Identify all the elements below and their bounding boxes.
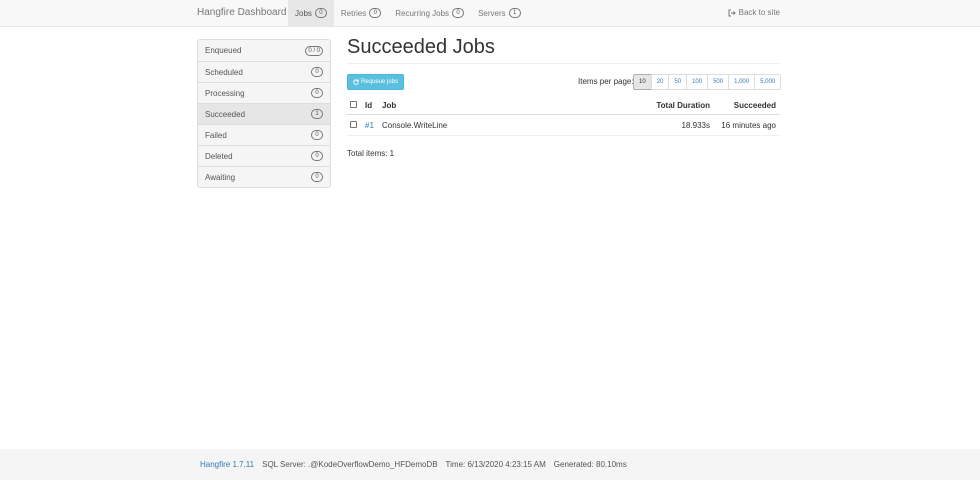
page-size-5000[interactable]: 5,000: [754, 74, 782, 90]
sidebar-item-label: Failed: [205, 130, 227, 140]
table-header-row: Id Job Total Duration Succeeded: [347, 96, 780, 115]
sidebar-item-label: Scheduled: [205, 67, 243, 77]
count-badge: 0: [311, 88, 323, 98]
page-size-100[interactable]: 100: [686, 74, 709, 90]
page-size-20[interactable]: 20: [650, 74, 670, 90]
page-size-50[interactable]: 50: [668, 74, 688, 90]
table-row: #1 Console.WriteLine 18.933s 16 minutes …: [347, 115, 780, 136]
sidebar-item-deleted[interactable]: Deleted 0: [198, 145, 330, 166]
select-all-checkbox[interactable]: [350, 100, 357, 108]
sidebar-item-awaiting[interactable]: Awaiting 0: [198, 166, 330, 187]
row-checkbox[interactable]: [350, 120, 357, 128]
sidebar-item-label: Enqueued: [205, 46, 242, 55]
count-badge: 0: [314, 8, 327, 18]
sidebar-item-label: Processing: [205, 88, 245, 98]
page-title: Succeeded Jobs: [347, 36, 495, 58]
job-total-duration: 18.933s: [681, 120, 710, 130]
total-items-count: Total items: 1: [347, 149, 395, 158]
refresh-icon: [353, 79, 359, 85]
count-badge: 1: [508, 8, 521, 18]
title-divider: [347, 63, 780, 64]
back-to-site-link[interactable]: Back to site: [728, 0, 780, 26]
items-per-page-label: Items per page:: [578, 77, 634, 86]
count-badge: 0: [369, 8, 382, 18]
jobs-table: Id Job Total Duration Succeeded #1 Conso…: [347, 96, 780, 136]
page-size-selector: 10 20 50 100 500 1,000 5,000: [633, 74, 782, 90]
row-select-cell: [347, 120, 365, 130]
column-header-id: Id: [365, 100, 373, 110]
back-to-site-label: Back to site: [738, 8, 780, 17]
nav-item-label: Jobs: [295, 8, 312, 18]
version-link[interactable]: Hangfire 1.7.11: [200, 460, 254, 469]
page-size-500[interactable]: 500: [707, 74, 730, 90]
requeue-jobs-button[interactable]: Requeue jobs: [347, 74, 404, 90]
job-id-text: #1: [365, 120, 374, 130]
requeue-jobs-label: Requeue jobs: [360, 79, 399, 85]
sql-server-info: SQL Server: .@KodeOverflowDemo_HFDemoDB: [262, 460, 438, 469]
nav-item-label: Retries: [340, 8, 367, 18]
count-badge: 0: [311, 130, 323, 140]
job-id-link[interactable]: #1: [365, 121, 382, 130]
page-size-1000[interactable]: 1,000: [728, 74, 756, 90]
select-all-cell: [347, 100, 365, 110]
page-size-10[interactable]: 10: [633, 74, 652, 90]
count-badge: 1: [311, 109, 323, 119]
footer-info: Hangfire 1.7.11 SQL Server: .@KodeOverfl…: [200, 460, 627, 469]
count-badge: 0: [452, 8, 465, 18]
count-badge: 0: [311, 172, 323, 182]
nav-item-label: Recurring Jobs: [395, 8, 450, 18]
nav-item-recurring-jobs[interactable]: Recurring Jobs 0: [388, 0, 471, 26]
column-header-succeeded: Succeeded: [733, 100, 776, 110]
server-time: Time: 6/13/2020 4:23:15 AM: [445, 460, 546, 469]
count-badge: 0: [311, 151, 323, 161]
brand-link[interactable]: Hangfire Dashboard: [197, 0, 287, 26]
nav-item-label: Servers: [478, 8, 506, 18]
main-nav: Jobs 0 Retries 0 Recurring Jobs 0 Server…: [288, 0, 528, 26]
sidebar-item-succeeded[interactable]: Succeeded 1: [198, 103, 330, 124]
nav-item-jobs[interactable]: Jobs 0: [288, 0, 334, 26]
sidebar-item-failed[interactable]: Failed 0: [198, 124, 330, 145]
sidebar-item-label: Awaiting: [205, 172, 236, 182]
sidebar-item-enqueued[interactable]: Enqueued 0 / 0: [198, 40, 330, 61]
top-navbar: Hangfire Dashboard Jobs 0 Retries 0 Recu…: [0, 0, 980, 27]
sidebar-item-label: Succeeded: [205, 109, 246, 119]
nav-item-retries[interactable]: Retries 0: [334, 0, 388, 26]
job-name: Console.WriteLine: [382, 120, 448, 130]
count-badge: 0 / 0: [305, 45, 323, 56]
sidebar-item-label: Deleted: [205, 151, 233, 161]
sidebar-item-scheduled[interactable]: Scheduled 0: [198, 61, 330, 82]
generated-time: Generated: 80.10ms: [553, 460, 627, 469]
job-succeeded-time: 16 minutes ago: [721, 120, 776, 130]
sign-out-icon: [728, 9, 736, 17]
footer: Hangfire 1.7.11 SQL Server: .@KodeOverfl…: [0, 449, 980, 480]
count-badge: 0: [311, 67, 323, 77]
nav-item-servers[interactable]: Servers 1: [471, 0, 528, 26]
job-state-sidebar: Enqueued 0 / 0 Scheduled 0 Processing 0 …: [197, 39, 331, 188]
sidebar-item-processing[interactable]: Processing 0: [198, 82, 330, 103]
column-header-total-duration: Total Duration: [656, 100, 710, 110]
column-header-job: Job: [382, 100, 397, 110]
